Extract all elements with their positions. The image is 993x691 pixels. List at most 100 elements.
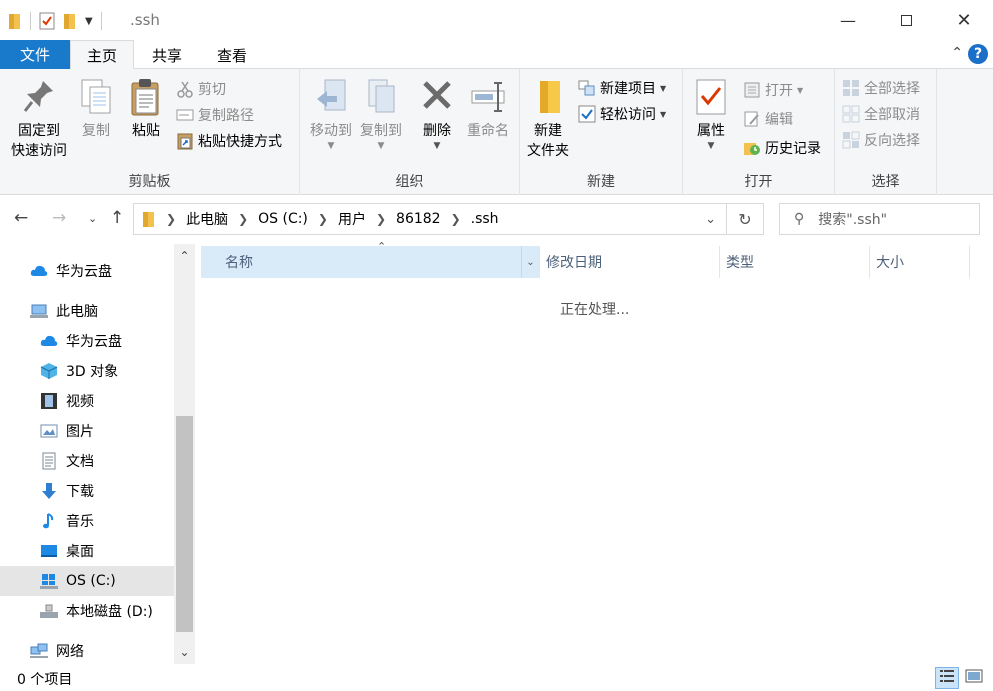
new-folder-button[interactable]: 新建 文件夹 <box>526 77 570 161</box>
customize-toolbar-icon[interactable]: ▼ <box>85 16 93 27</box>
scrollbar-thumb[interactable] <box>176 416 193 632</box>
breadcrumb-86182[interactable]: 86182 <box>396 211 441 227</box>
scroll-down-icon[interactable]: ⌄ <box>174 642 195 662</box>
column-header-size[interactable]: 大小 <box>870 246 970 278</box>
nav-item-documents[interactable]: 文档 <box>0 446 174 476</box>
new-item-label: 新建项目 <box>600 81 656 97</box>
properties-label: 属性 <box>697 123 725 139</box>
nav-item-network[interactable]: 网络 <box>0 636 174 666</box>
column-header-name[interactable]: ⌃ 名称 ⌄ <box>201 240 540 278</box>
nav-item-desktop[interactable]: 桌面 <box>0 536 174 566</box>
breadcrumb-chevron-icon[interactable]: ❯ <box>166 212 176 226</box>
select-group-label: 选择 <box>871 174 900 190</box>
tab-file[interactable]: 文件 <box>0 40 70 69</box>
nav-scrollbar[interactable]: ⌃ ⌄ <box>174 244 195 664</box>
breadcrumb-ssh[interactable]: .ssh <box>471 211 499 227</box>
column-filter-dropdown-icon[interactable]: ⌄ <box>521 246 539 278</box>
forward-arrow-icon[interactable]: → <box>52 208 66 228</box>
select-all-button[interactable]: 全部选择 <box>842 77 920 99</box>
delete-icon <box>419 77 455 117</box>
properties-button[interactable]: 属性 ▼ <box>691 77 731 151</box>
paste-shortcut-button[interactable]: 粘贴快捷方式 <box>176 130 282 152</box>
easy-access-button[interactable]: 轻松访问 ▼ <box>578 103 666 125</box>
recent-locations-chevron-icon[interactable]: ⌄ <box>88 212 97 225</box>
nav-item-local-disk-d[interactable]: 本地磁盘 (D:) <box>0 596 174 626</box>
nav-item-videos[interactable]: 视频 <box>0 386 174 416</box>
invert-selection-button[interactable]: 反向选择 <box>842 129 920 151</box>
back-arrow-icon[interactable]: ← <box>14 208 28 228</box>
nav-item-music[interactable]: 音乐 <box>0 506 174 536</box>
pin-label-line2: 快速访问 <box>11 143 67 159</box>
details-view-button[interactable] <box>935 667 959 689</box>
address-bar[interactable]: ❯ 此电脑 ❯ OS (C:) ❯ 用户 ❯ 86182 ❯ .ssh ⌄ <box>133 203 727 235</box>
new-item-button[interactable]: 新建项目 ▼ <box>578 77 666 99</box>
nav-item-huawei-cloud-top[interactable]: 华为云盘 <box>0 256 174 286</box>
select-all-icon <box>842 79 860 97</box>
invert-selection-label: 反向选择 <box>864 133 920 149</box>
copy-label: 复制 <box>82 123 110 139</box>
pin-quick-access-button[interactable]: 固定到 快速访问 <box>8 77 70 161</box>
column-header-date[interactable]: 修改日期 <box>540 246 720 278</box>
close-button[interactable]: ✕ <box>935 0 993 40</box>
collapse-ribbon-icon[interactable]: ⌃ <box>951 45 963 61</box>
column-header-type[interactable]: 类型 <box>720 246 870 278</box>
tab-share[interactable]: 共享 <box>136 40 198 70</box>
breadcrumb-chevron-icon[interactable]: ❯ <box>376 212 386 226</box>
nav-label: 本地磁盘 (D:) <box>66 604 153 620</box>
history-button[interactable]: 历史记录 <box>743 137 821 159</box>
copy-to-button[interactable]: 复制到 ▼ <box>355 77 407 151</box>
copy-path-button[interactable]: 复制路径 <box>176 104 254 126</box>
help-icon[interactable]: ? <box>968 44 988 64</box>
open-button[interactable]: 打开 ▼ <box>743 79 803 101</box>
address-dropdown-icon[interactable]: ⌄ <box>705 212 716 227</box>
new-group-label: 新建 <box>587 174 615 190</box>
breadcrumb-chevron-icon[interactable]: ❯ <box>451 212 461 226</box>
folder-icon <box>143 212 154 227</box>
cut-button[interactable]: 剪切 <box>176 78 226 100</box>
nav-item-3d-objects[interactable]: 3D 对象 <box>0 356 174 386</box>
breadcrumb-os-c[interactable]: OS (C:) <box>258 211 308 227</box>
delete-label: 删除 <box>423 123 451 139</box>
copy-path-icon <box>176 106 194 124</box>
breadcrumb-chevron-icon[interactable]: ❯ <box>238 212 248 226</box>
nav-item-huawei-cloud[interactable]: 华为云盘 <box>0 326 174 356</box>
ribbon-tabs: 文件 主页 共享 查看 ⌃ ? <box>0 40 993 70</box>
tab-view[interactable]: 查看 <box>200 40 264 70</box>
select-none-button[interactable]: 全部取消 <box>842 103 920 125</box>
film-icon <box>40 392 58 410</box>
quick-access-toolbar: ▼ <box>8 10 102 32</box>
minimize-button[interactable]: — <box>819 0 877 40</box>
title-bar: ▼ .ssh — ✕ <box>0 0 993 40</box>
rename-button[interactable]: 重命名 <box>462 77 514 141</box>
move-to-button[interactable]: 移动到 ▼ <box>305 77 357 151</box>
new-folder-icon[interactable] <box>63 12 77 30</box>
properties-icon[interactable] <box>39 12 55 30</box>
document-icon <box>40 452 58 470</box>
nav-item-this-pc[interactable]: 此电脑 <box>0 296 174 326</box>
open-icon <box>743 81 761 99</box>
breadcrumb-users[interactable]: 用户 <box>338 209 366 229</box>
breadcrumb-this-pc[interactable]: 此电脑 <box>186 209 228 229</box>
breadcrumb-chevron-icon[interactable]: ❯ <box>318 212 328 226</box>
nav-item-os-c[interactable]: OS (C:) <box>0 566 174 596</box>
file-list: ⌃ 名称 ⌄ 修改日期 类型 大小 正在处理... <box>195 240 993 664</box>
search-input[interactable]: ⚲ 搜索".ssh" <box>779 203 980 235</box>
nav-item-pictures[interactable]: 图片 <box>0 416 174 446</box>
delete-button[interactable]: 删除 ▼ <box>417 77 457 151</box>
large-icons-view-button[interactable] <box>962 667 986 689</box>
move-to-dropdown-icon: ▼ <box>327 141 335 151</box>
refresh-button[interactable]: ↻ <box>727 203 764 235</box>
tab-home[interactable]: 主页 <box>70 40 134 70</box>
navigation-bar: ← → ⌄ ↑ ❯ 此电脑 ❯ OS (C:) ❯ 用户 ❯ 86182 ❯ .… <box>0 196 993 244</box>
copy-button[interactable]: 复制 <box>76 77 116 141</box>
search-placeholder: 搜索".ssh" <box>818 212 888 228</box>
easy-access-dropdown-icon: ▼ <box>660 109 667 119</box>
paste-label: 粘贴 <box>132 123 160 139</box>
pin-icon <box>21 77 57 117</box>
paste-button[interactable]: 粘贴 <box>126 77 166 141</box>
scroll-up-icon[interactable]: ⌃ <box>174 246 195 266</box>
edit-button[interactable]: 编辑 <box>743 108 793 130</box>
nav-item-downloads[interactable]: 下载 <box>0 476 174 506</box>
maximize-button[interactable] <box>877 0 935 40</box>
up-arrow-icon[interactable]: ↑ <box>110 208 124 228</box>
